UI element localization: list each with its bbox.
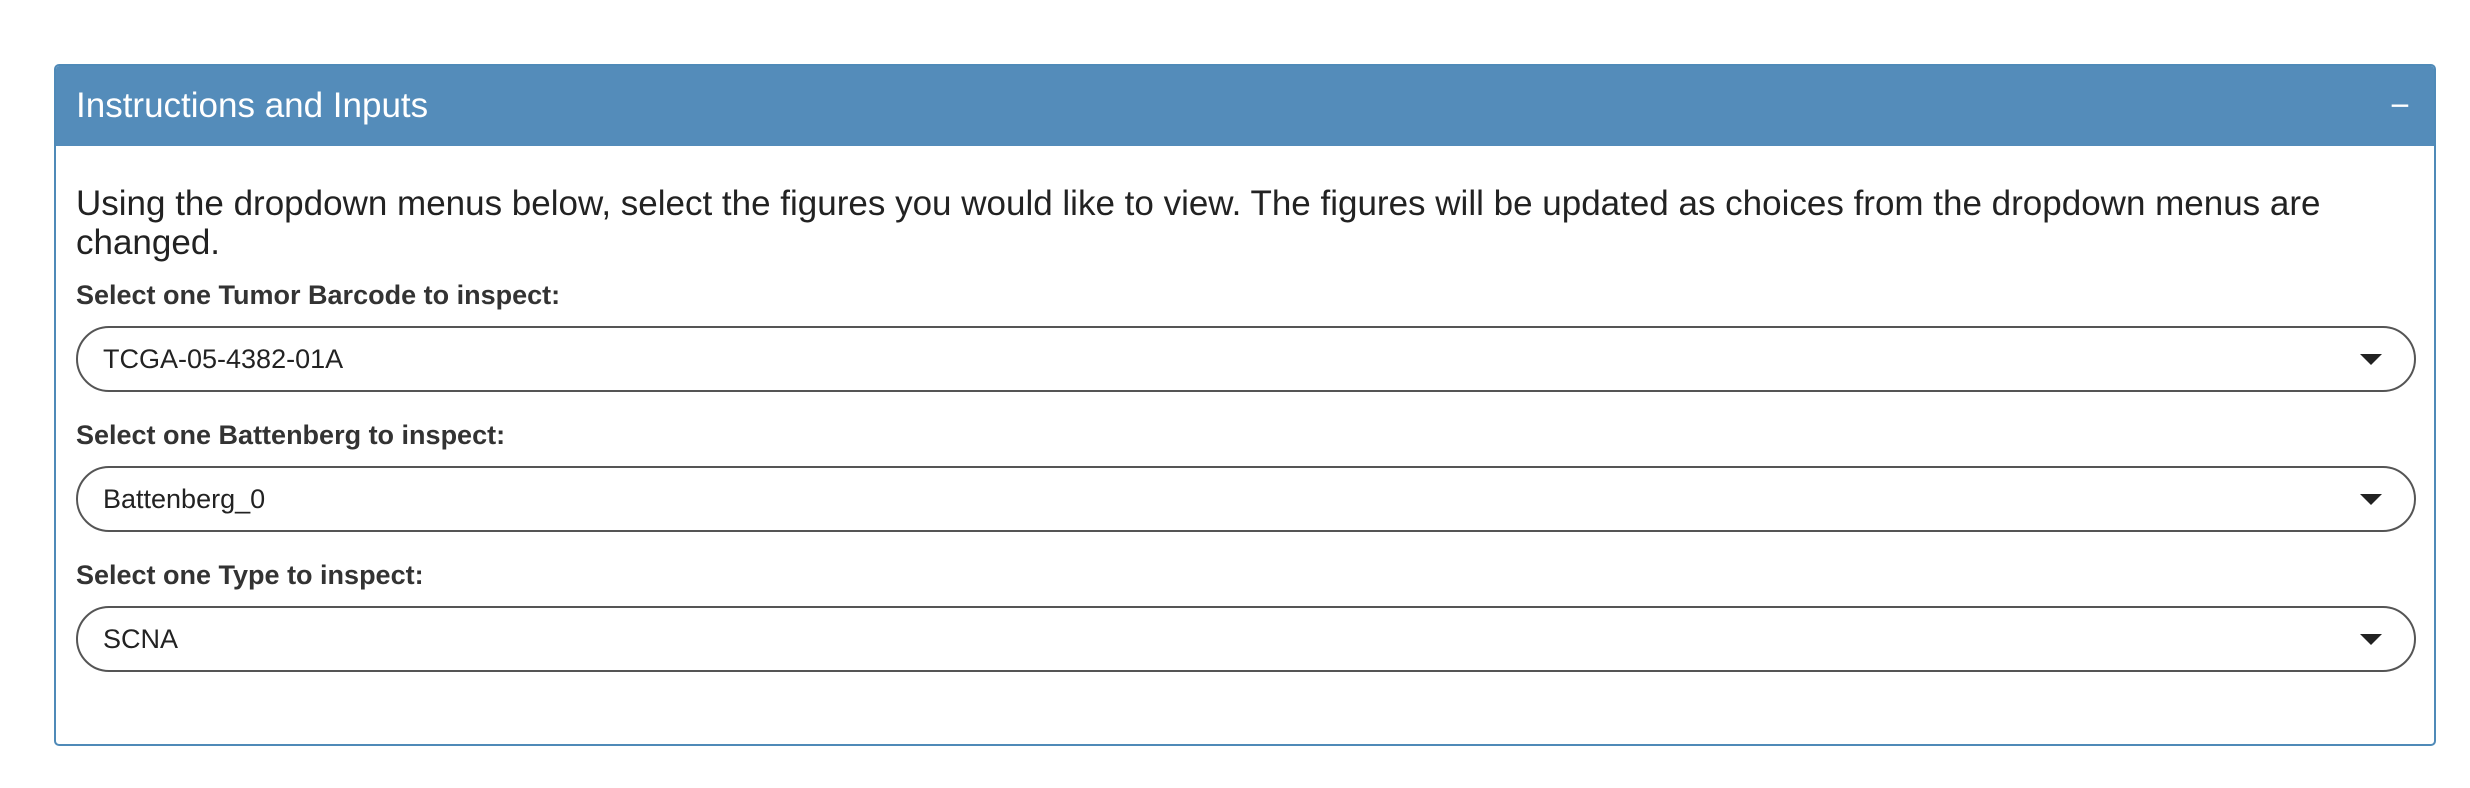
panel-body: Using the dropdown menus below, select t… (56, 146, 2434, 672)
chevron-down-icon (2360, 354, 2382, 365)
tumor-barcode-label: Select one Tumor Barcode to inspect: (76, 280, 561, 310)
tumor-barcode-field: Select one Tumor Barcode to inspect: TCG… (76, 280, 2416, 392)
type-field: Select one Type to inspect: SCNA (76, 560, 2416, 672)
chevron-down-icon (2360, 494, 2382, 505)
panel-title: Instructions and Inputs (76, 86, 429, 125)
tumor-barcode-value: TCGA-05-4382-01A (103, 343, 344, 374)
instructions-text: Using the dropdown menus below, select t… (76, 184, 2321, 262)
panel-header: Instructions and Inputs − (56, 66, 2434, 146)
type-value: SCNA (103, 623, 179, 654)
chevron-down-icon (2360, 634, 2382, 645)
battenberg-select[interactable]: Battenberg_0 (76, 466, 2416, 532)
collapse-button[interactable]: − (2386, 89, 2414, 123)
battenberg-value: Battenberg_0 (103, 483, 266, 514)
battenberg-field: Select one Battenberg to inspect: Batten… (76, 420, 2416, 532)
type-select[interactable]: SCNA (76, 606, 2416, 672)
type-label: Select one Type to inspect: (76, 560, 424, 590)
tumor-barcode-select[interactable]: TCGA-05-4382-01A (76, 326, 2416, 392)
instructions-panel: Instructions and Inputs − Using the drop… (54, 64, 2436, 746)
battenberg-label: Select one Battenberg to inspect: (76, 420, 506, 450)
